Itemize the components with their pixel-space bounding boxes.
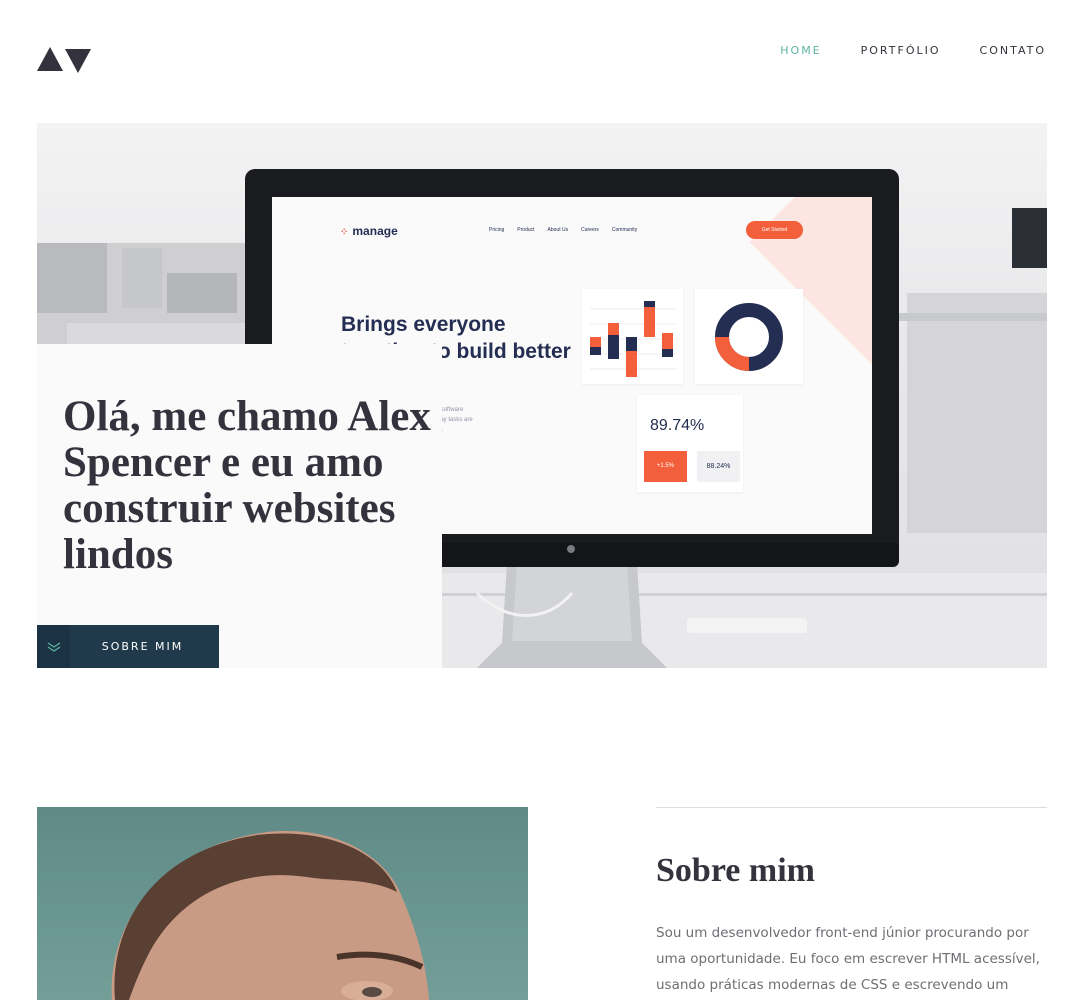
about-me-button[interactable]: SOBRE MIM xyxy=(37,625,219,668)
mockup-donut-chart xyxy=(715,303,783,371)
mockup-nav-item: Pricing xyxy=(489,227,505,233)
profile-photo-illustration xyxy=(111,831,430,1000)
mockup-logo: ⁘ manage xyxy=(340,224,398,238)
about-text: Sou um desenvolvedor front-end júnior pr… xyxy=(656,925,1040,993)
about-title: Sobre mim xyxy=(656,852,815,889)
hero-title: Olá, me chamo Alex Spencer e eu amo cons… xyxy=(63,393,431,578)
nav-portfolio-link[interactable]: PORTFÓLIO xyxy=(861,44,941,58)
mockup-cta-button: Get Started xyxy=(746,221,803,239)
chevron-down-icon xyxy=(37,625,70,668)
mockup-nav-item: Product xyxy=(517,227,535,233)
mockup-bar-chart xyxy=(590,301,677,377)
mockup-brand: manage xyxy=(352,224,398,238)
mockup-logo-icon: ⁘ xyxy=(340,227,349,238)
nav-home-link[interactable]: HOME xyxy=(780,44,821,58)
mockup-nav: Pricing Product About Us Careers Communi… xyxy=(489,227,637,233)
mockup-donut-card xyxy=(695,289,803,384)
about-me-button-label: SOBRE MIM xyxy=(101,640,184,653)
divider xyxy=(656,807,1047,808)
mockup-stat-secondary: 88.24% xyxy=(697,451,740,482)
main-nav: HOME PORTFÓLIO CONTATO xyxy=(780,44,1046,58)
mockup-bar-chart-card xyxy=(582,289,683,384)
profile-photo xyxy=(37,807,528,1000)
mockup-nav-item: About Us xyxy=(547,227,569,233)
hero-text-panel: Olá, me chamo Alex Spencer e eu amo cons… xyxy=(37,344,442,668)
nav-contact-link[interactable]: CONTATO xyxy=(980,44,1046,58)
mockup-stat-badge: +1.5% xyxy=(644,451,687,482)
mockup-nav-item: Careers xyxy=(581,227,599,233)
mockup-subtext: r software day tasks are al. xyxy=(437,407,473,433)
mockup-stat-main: 89.74% xyxy=(650,417,705,434)
mockup-nav-item: Community xyxy=(611,227,638,233)
logo-icon[interactable] xyxy=(37,45,91,73)
